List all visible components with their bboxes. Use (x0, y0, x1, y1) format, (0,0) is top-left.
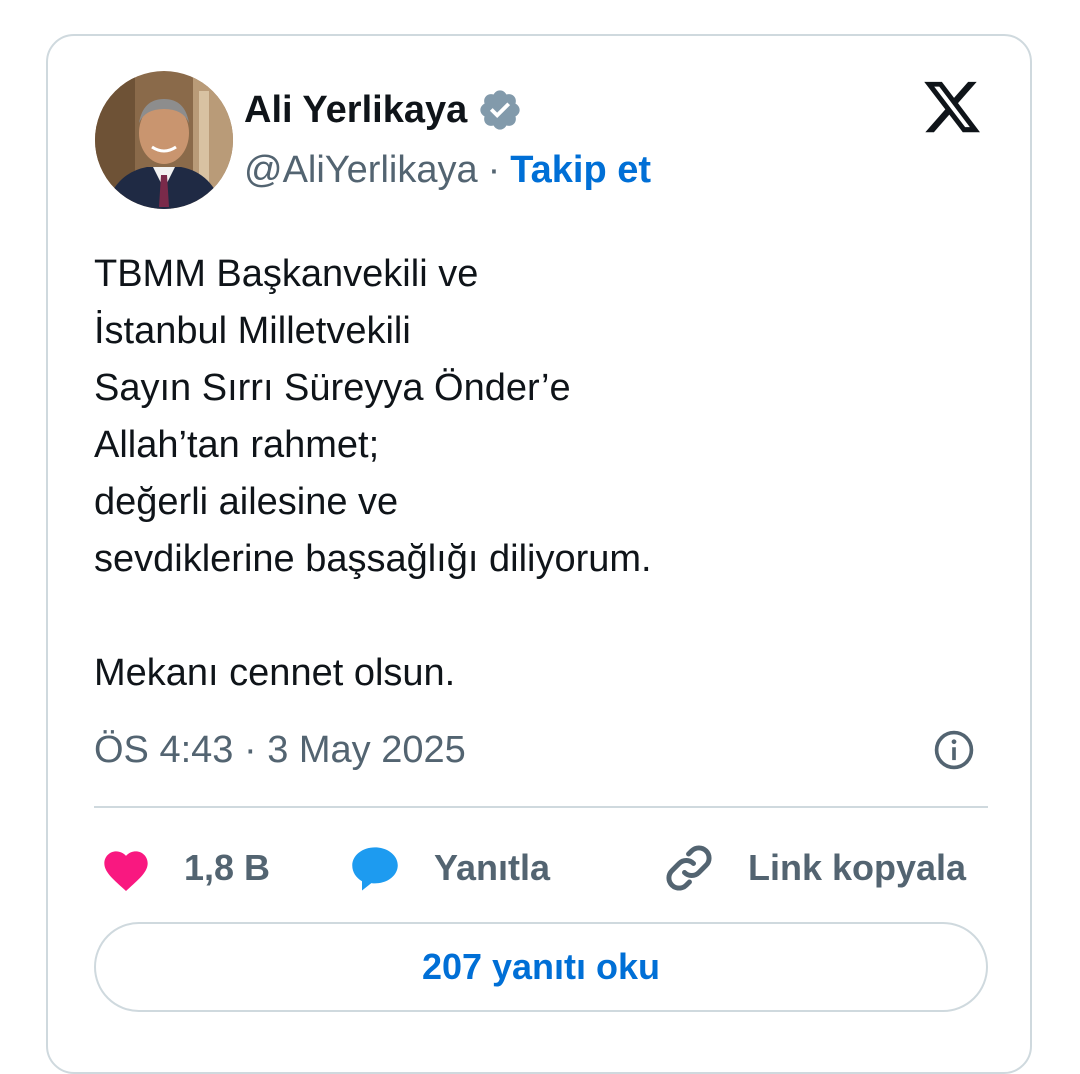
like-count: 1,8 B (184, 847, 271, 888)
tweet-line: Allah’tan rahmet; (94, 424, 380, 466)
reply-bubble-icon (352, 847, 398, 891)
tweet-line: TBMM Başkanvekili ve (94, 253, 479, 295)
author-name-row: Ali Yerlikaya (244, 86, 523, 134)
separator-dot: · (487, 149, 501, 191)
author-handle[interactable]: @AliYerlikaya (244, 146, 478, 194)
copy-link-button[interactable]: Link kopyala (662, 836, 966, 900)
tweet-line: Mekanı cennet olsun. (94, 652, 456, 694)
copy-link-label: Link kopyala (748, 847, 967, 888)
author-handle-row: @AliYerlikaya · Takip et (244, 146, 651, 194)
follow-button[interactable]: Takip et (510, 146, 651, 194)
tweet-line: İstanbul Milletvekili (94, 310, 411, 352)
author-name[interactable]: Ali Yerlikaya (244, 86, 467, 134)
action-bar: 1,8 B Yanıtla Link kopyala (94, 836, 988, 900)
tweet-text: TBMM Başkanvekili ve İstanbul Milletveki… (94, 246, 652, 702)
like-button[interactable]: 1,8 B (100, 836, 270, 900)
tweet-line: değerli ailesine ve (94, 481, 399, 523)
author-avatar[interactable] (95, 71, 233, 209)
heart-icon (104, 851, 148, 891)
x-logo-icon[interactable] (920, 76, 984, 138)
divider (94, 806, 988, 808)
tweet-line: sevdiklerine başsağlığı diliyorum. (94, 538, 652, 580)
tweet-line: Sayın Sırrı Süreyya Önder’e (94, 367, 571, 409)
verified-badge-icon (477, 87, 523, 133)
reply-label: Yanıtla (434, 847, 551, 888)
tweet-timestamp[interactable]: ÖS 4:43 · 3 May 2025 (94, 726, 466, 774)
link-icon (666, 845, 712, 891)
info-icon[interactable] (932, 728, 976, 772)
reply-button[interactable]: Yanıtla (348, 836, 550, 900)
read-replies-button[interactable]: 207 yanıtı oku (94, 922, 988, 1012)
tweet-card: Ali Yerlikaya @AliYerlikaya · Takip et T… (46, 34, 1032, 1074)
tweet-line (94, 588, 652, 645)
